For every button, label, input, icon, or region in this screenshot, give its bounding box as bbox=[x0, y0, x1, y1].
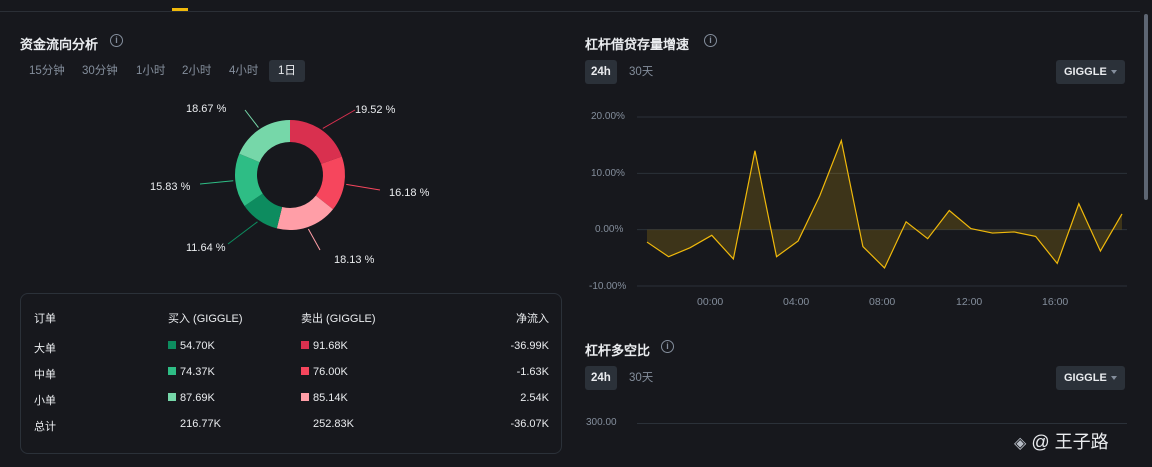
buy-swatch bbox=[168, 341, 176, 349]
tab-24h[interactable]: 24h bbox=[585, 366, 617, 390]
caret-down-icon bbox=[1110, 376, 1117, 381]
sell-swatch bbox=[301, 341, 309, 349]
asset-dropdown[interactable]: GIGGLE bbox=[1056, 366, 1125, 390]
row-mid-sell: 76.00K bbox=[301, 366, 348, 378]
buy-swatch bbox=[168, 367, 176, 375]
row-small-buy: 87.69K bbox=[168, 392, 215, 404]
tab-30d[interactable]: 30天 bbox=[623, 366, 659, 390]
row-total-buy: 216.77K bbox=[180, 418, 221, 430]
y-tick: 300.00 bbox=[586, 417, 617, 428]
row-total-sell: 252.83K bbox=[313, 418, 354, 430]
long-short-title: 杠杆多空比 bbox=[585, 343, 651, 358]
info-icon[interactable]: i bbox=[661, 340, 674, 353]
binance-logo-icon: ◈ bbox=[1014, 435, 1027, 452]
buy-swatch bbox=[168, 393, 176, 401]
row-small-sell: 85.14K bbox=[301, 392, 348, 404]
row-total-name: 总计 bbox=[34, 421, 56, 433]
row-small-name: 小单 bbox=[34, 395, 56, 407]
gridline bbox=[637, 423, 1127, 424]
row-large-net: -36.99K bbox=[510, 340, 549, 352]
sell-swatch bbox=[301, 367, 309, 375]
row-total-net: -36.07K bbox=[510, 418, 549, 430]
row-small-net: 2.54K bbox=[520, 392, 549, 404]
watermark: ◈ @ 王子路 bbox=[1014, 432, 1109, 452]
row-large-buy: 54.70K bbox=[168, 340, 215, 352]
row-large-sell: 91.68K bbox=[301, 340, 348, 352]
row-mid-net: -1.63K bbox=[516, 366, 549, 378]
row-mid-buy: 74.37K bbox=[168, 366, 215, 378]
row-mid-name: 中单 bbox=[34, 369, 56, 381]
series-area bbox=[647, 140, 1122, 268]
row-large-name: 大单 bbox=[34, 343, 56, 355]
margin-growth-chart bbox=[637, 116, 1127, 287]
dropdown-label: GIGGLE bbox=[1064, 372, 1107, 384]
sell-swatch bbox=[301, 393, 309, 401]
